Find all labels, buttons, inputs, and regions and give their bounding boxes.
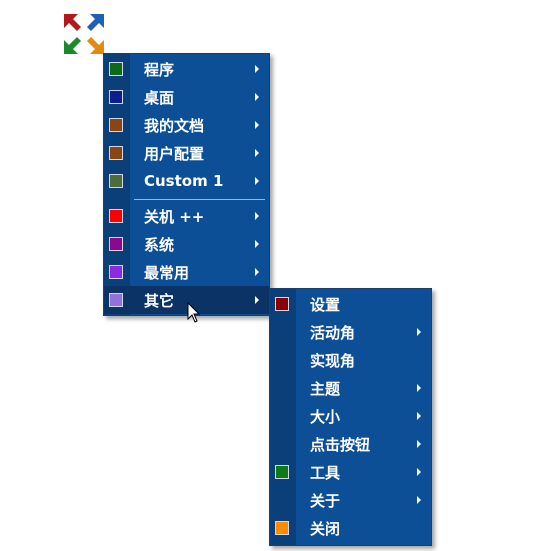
submenu-arrow-icon [417,412,421,420]
menu-item-system[interactable]: 系统 [104,230,269,258]
shutdown-color-icon [109,209,123,223]
submenu-arrow-icon [255,121,259,129]
submenu-item-click-button[interactable]: 点击按钮 [270,430,431,458]
menu-item-label: 程序 [144,60,175,79]
menu-item-label: 实现角 [310,351,356,370]
submenu-arrow-icon [255,268,259,276]
menu-item-label: 用户配置 [144,144,205,163]
submenu-arrow-icon [417,384,421,392]
menu-separator [134,199,265,200]
most-used-color-icon [109,265,123,279]
tools-color-icon [275,465,289,479]
menu-item-label: 我的文档 [144,116,205,135]
menu-item-label: 关机 ++ [144,207,205,226]
submenu-item-implement-corner[interactable]: 实现角 [270,346,431,374]
menu-item-label: 其它 [144,291,175,310]
system-color-icon [109,237,123,251]
submenu-arrow-icon [417,496,421,504]
mouse-pointer-icon [187,302,201,323]
submenu-arrow-icon [255,240,259,248]
submenu-arrow-icon [255,149,259,157]
menu-item-label: 工具 [310,463,341,482]
settings-color-icon [275,297,289,311]
menu-item-label: 最常用 [144,263,190,282]
menu-item-shutdown[interactable]: 关机 ++ [104,202,269,230]
menu-item-label: 点击按钮 [310,435,371,454]
menu-item-label: Custom 1 [144,172,224,190]
submenu-arrow-icon [417,328,421,336]
custom-color-icon [109,174,123,188]
menu-item-label: 主题 [310,379,341,398]
submenu-arrow-icon [255,296,259,304]
documents-color-icon [109,118,123,132]
menu-item-most-used[interactable]: 最常用 [104,258,269,286]
submenu-item-theme[interactable]: 主题 [270,374,431,402]
main-menu: 程序 桌面 我的文档 用户配置 Custom 1 关机 ++ 系统 最常用 其它 [103,53,270,316]
close-color-icon [275,521,289,535]
menu-item-programs[interactable]: 程序 [104,55,269,83]
menu-item-my-documents[interactable]: 我的文档 [104,111,269,139]
expand-arrows-icon [64,14,104,54]
menu-item-label: 关于 [310,491,341,510]
submenu-arrow-icon [417,468,421,476]
menu-item-user-profile[interactable]: 用户配置 [104,139,269,167]
submenu-item-close[interactable]: 关闭 [270,514,431,542]
menu-item-custom-1[interactable]: Custom 1 [104,167,269,195]
other-submenu: 设置 活动角 实现角 主题 大小 点击按钮 工具 关于 关闭 [269,288,432,546]
submenu-arrow-icon [255,212,259,220]
programs-color-icon [109,62,123,76]
menu-item-desktop[interactable]: 桌面 [104,83,269,111]
profile-color-icon [109,146,123,160]
submenu-item-about[interactable]: 关于 [270,486,431,514]
submenu-item-settings[interactable]: 设置 [270,290,431,318]
submenu-item-active-corner[interactable]: 活动角 [270,318,431,346]
menu-item-label: 大小 [310,407,341,426]
other-color-icon [109,293,123,307]
desktop-color-icon [109,90,123,104]
menu-item-label: 关闭 [310,519,341,538]
menu-item-label: 桌面 [144,88,175,107]
submenu-item-tools[interactable]: 工具 [270,458,431,486]
submenu-item-size[interactable]: 大小 [270,402,431,430]
menu-item-label: 活动角 [310,323,356,342]
menu-item-label: 设置 [310,295,341,314]
submenu-arrow-icon [255,65,259,73]
submenu-arrow-icon [255,177,259,185]
submenu-arrow-icon [417,440,421,448]
submenu-arrow-icon [255,93,259,101]
menu-item-label: 系统 [144,235,175,254]
